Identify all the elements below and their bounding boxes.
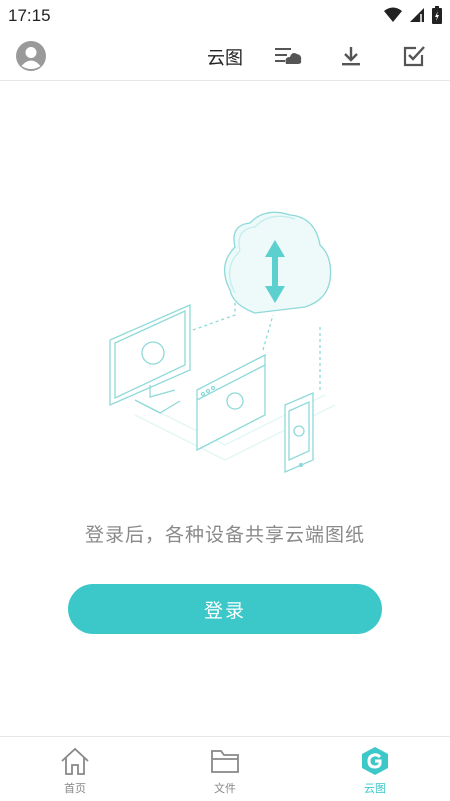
nav-item-home[interactable]: 首页 [0, 737, 150, 801]
avatar-button[interactable] [15, 40, 47, 72]
status-icons [384, 6, 442, 24]
cloud-sync-icon [275, 48, 302, 64]
nav-item-files[interactable]: 文件 [150, 737, 300, 801]
wifi-icon [384, 7, 402, 22]
status-bar: 17:15 [0, 0, 450, 32]
app-bar: 云图 [0, 32, 450, 81]
login-hint-text: 登录后，各种设备共享云端图纸 [84, 524, 365, 546]
home-icon [59, 745, 91, 777]
download-icon [342, 47, 360, 66]
cloud-devices-illustration [105, 205, 345, 475]
login-button[interactable]: 登录 [68, 584, 382, 634]
checkbox-icon [403, 46, 425, 67]
nav-label-home: 首页 [64, 782, 86, 795]
folder-icon [209, 745, 241, 777]
battery-icon [432, 6, 442, 24]
page-title: 云图 [207, 48, 243, 69]
nav-label-cloud: 云图 [364, 782, 386, 795]
download-button[interactable] [337, 43, 365, 69]
cloud-sync-button[interactable] [274, 43, 302, 69]
signal-icon [410, 8, 424, 22]
status-time: 17:15 [8, 6, 51, 25]
user-avatar-icon [16, 41, 46, 71]
nav-item-cloud[interactable]: 云图 [300, 737, 450, 801]
bottom-nav: 首页 文件 云图 [0, 736, 450, 801]
cloud-g-icon [359, 745, 391, 777]
nav-label-files: 文件 [214, 782, 236, 795]
illustration-graphic [109, 211, 336, 473]
select-button[interactable] [400, 43, 428, 69]
